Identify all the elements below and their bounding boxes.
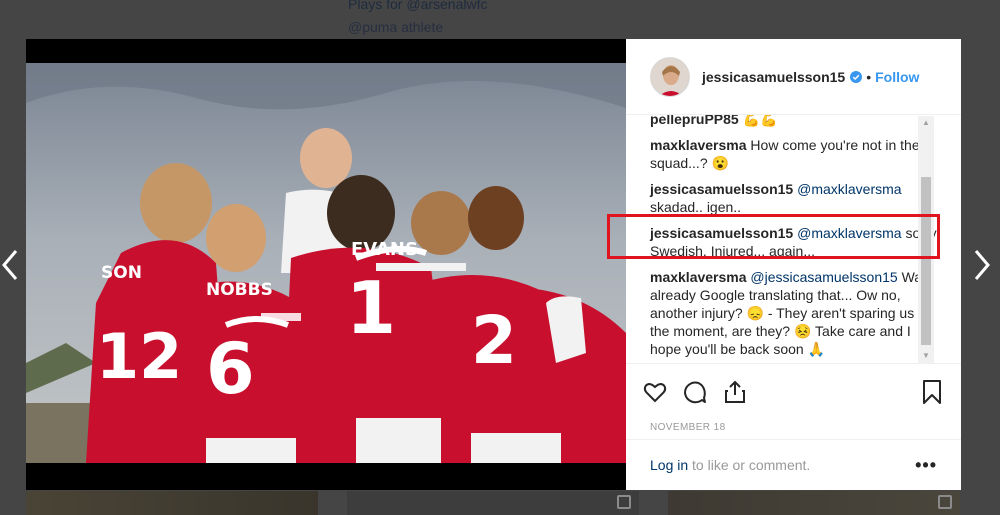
previous-post-arrow-icon[interactable] bbox=[0, 248, 20, 282]
jersey-number: 2 bbox=[471, 302, 517, 379]
post-header: jessicasamuelsson15 • Follow bbox=[626, 39, 961, 115]
comment-mention[interactable]: @maxklaversma bbox=[797, 181, 901, 197]
comment-mention[interactable]: @maxklaversma bbox=[797, 225, 901, 241]
comments-list[interactable]: pellepruPP85 💪💪 maxklaversma How come yo… bbox=[626, 115, 961, 363]
share-icon bbox=[725, 380, 745, 403]
comment-username[interactable]: jessicasamuelsson15 bbox=[650, 225, 793, 241]
comment-button[interactable] bbox=[682, 372, 722, 412]
comment-username[interactable]: maxklaversma bbox=[650, 269, 747, 285]
scroll-down-icon[interactable]: ▼ bbox=[918, 349, 934, 363]
next-post-arrow-icon[interactable] bbox=[972, 248, 992, 282]
grid-thumbnail[interactable] bbox=[668, 491, 960, 515]
separator-dot: • bbox=[866, 68, 872, 85]
login-link[interactable]: Log in bbox=[650, 457, 688, 473]
scroll-up-icon[interactable]: ▲ bbox=[918, 116, 934, 130]
comment-item: jessicasamuelsson15 @maxklaversma sorry … bbox=[650, 224, 942, 260]
save-button[interactable] bbox=[915, 372, 945, 412]
comment-item: jessicasamuelsson15 @maxklaversma skadad… bbox=[650, 180, 942, 216]
scrollbar-thumb[interactable] bbox=[921, 177, 931, 345]
jersey-number: 1 bbox=[346, 266, 396, 350]
jersey-name: NOBBS bbox=[206, 280, 273, 300]
jersey-number: 12 bbox=[96, 320, 182, 393]
share-button[interactable] bbox=[722, 372, 762, 412]
post-media: EVANS NOBBS SON 1 6 12 2 bbox=[26, 39, 626, 490]
comment-item: maxklaversma @jessicasamuelsson15 Was al… bbox=[650, 268, 942, 358]
login-bar: Log in to like or comment. ••• bbox=[626, 439, 961, 490]
comment-item: maxklaversma How come you're not in the … bbox=[650, 136, 942, 172]
comment-username[interactable]: jessicasamuelsson15 bbox=[650, 181, 793, 197]
login-prompt-text: to like or comment. bbox=[688, 457, 811, 473]
comment-text: 💪💪 bbox=[742, 115, 778, 127]
jersey-number: 6 bbox=[206, 328, 255, 410]
profile-bio: Plays for @arsenalwfc @puma athlete bbox=[348, 0, 487, 38]
post-side-panel: jessicasamuelsson15 • Follow pellepruPP8… bbox=[626, 39, 961, 490]
post-photo[interactable]: EVANS NOBBS SON 1 6 12 2 bbox=[26, 63, 626, 463]
comments-scrollbar[interactable]: ▲ ▼ bbox=[918, 116, 934, 363]
bio-line-sponsor: @puma athlete bbox=[348, 19, 444, 35]
comment-username[interactable]: pellepruPP85 bbox=[650, 115, 739, 127]
bookmark-icon bbox=[923, 380, 941, 404]
grid-thumbnail[interactable] bbox=[347, 491, 639, 515]
jersey-name: EVANS bbox=[351, 239, 418, 260]
grid-thumbnail[interactable] bbox=[26, 491, 318, 515]
comment-icon bbox=[684, 381, 706, 404]
post-modal: EVANS NOBBS SON 1 6 12 2 jessicasamuelss… bbox=[26, 39, 961, 490]
avatar[interactable] bbox=[650, 56, 690, 97]
heart-icon bbox=[643, 383, 667, 403]
post-username[interactable]: jessicasamuelsson15 bbox=[702, 69, 845, 85]
comment-username[interactable]: maxklaversma bbox=[650, 137, 747, 153]
multi-photo-icon bbox=[617, 495, 631, 509]
post-actions: NOVEMBER 18 bbox=[626, 363, 961, 439]
follow-button[interactable]: Follow bbox=[875, 69, 919, 85]
comment-text: skadad.. igen.. bbox=[650, 199, 742, 215]
comment-mention[interactable]: @jessicasamuelsson15 bbox=[750, 269, 897, 285]
jersey-name: SON bbox=[101, 263, 142, 283]
comment-item: pellepruPP85 💪💪 bbox=[650, 115, 942, 128]
more-options-icon[interactable]: ••• bbox=[915, 456, 937, 474]
verified-badge-icon bbox=[850, 70, 863, 83]
bio-line-club: Plays for @arsenalwfc bbox=[348, 0, 488, 12]
post-date[interactable]: NOVEMBER 18 bbox=[642, 422, 945, 433]
like-button[interactable] bbox=[642, 372, 682, 412]
multi-photo-icon bbox=[938, 495, 952, 509]
